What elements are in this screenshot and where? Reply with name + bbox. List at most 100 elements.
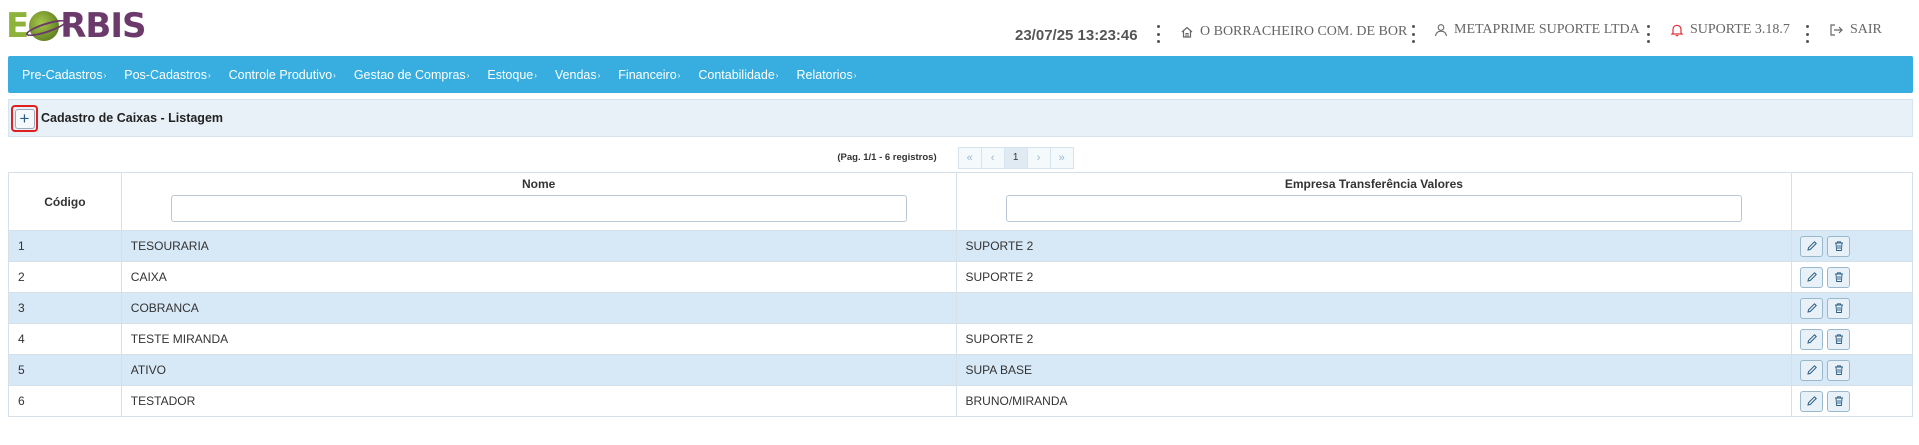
chevron-right-icon: › (677, 70, 681, 80)
trash-icon (1834, 334, 1843, 344)
plus-icon: + (14, 108, 35, 129)
delete-button[interactable] (1827, 235, 1851, 257)
kebab-menu-icon[interactable] (1411, 25, 1415, 43)
kebab-menu-icon[interactable] (1805, 25, 1809, 43)
cell-codigo: 6 (8, 385, 122, 417)
menu-pos-cadastros[interactable]: Pos-Cadastros› (124, 68, 210, 82)
last-page-button[interactable]: » (1049, 146, 1074, 169)
pencil-icon (1807, 365, 1817, 375)
user-name: METAPRIME SUPORTE LTDA (1454, 22, 1640, 37)
notifications-version[interactable]: SUPORTE 3.18.7 (1670, 22, 1790, 38)
table-row[interactable]: 3 COBRANCA (8, 292, 1913, 324)
user-selector[interactable]: METAPRIME SUPORTE LTDA (1434, 22, 1640, 38)
menu-relatorios[interactable]: Relatorios› (796, 68, 856, 82)
chevron-right-icon: › (534, 70, 537, 80)
table-row[interactable]: 1 TESOURARIA SUPORTE 2 (8, 230, 1913, 262)
cell-codigo: 1 (8, 230, 122, 262)
delete-button[interactable] (1827, 297, 1851, 319)
column-header-empresa: Empresa Transferência Valores (955, 172, 1793, 231)
first-page-button[interactable]: « (957, 146, 982, 169)
cell-empresa (955, 292, 1793, 324)
table-row[interactable]: 4 TESTE MIRANDA SUPORTE 2 (8, 323, 1913, 355)
menu-gestao-de-compras[interactable]: Gestao de Compras› (354, 68, 470, 82)
pencil-icon (1807, 334, 1817, 344)
logo-letters-rbis: RBIS (60, 6, 146, 46)
version-label: SUPORTE 3.18.7 (1690, 22, 1790, 37)
trash-icon (1834, 396, 1843, 406)
pencil-icon (1807, 303, 1817, 313)
delete-button[interactable] (1827, 266, 1851, 288)
logout-label: SAIR (1850, 22, 1882, 37)
delete-button[interactable] (1827, 328, 1851, 350)
edit-button[interactable] (1800, 359, 1824, 381)
home-icon (1180, 25, 1194, 39)
table-row[interactable]: 2 CAIXA SUPORTE 2 (8, 261, 1913, 293)
column-header-codigo[interactable]: Código (8, 172, 122, 231)
cell-nome: TESTADOR (120, 385, 957, 417)
table-row[interactable]: 5 ATIVO SUPA BASE (8, 354, 1913, 386)
logo-letter-e: E (6, 6, 29, 46)
kebab-menu-icon[interactable] (1646, 25, 1650, 43)
cell-nome: TESTE MIRANDA (120, 323, 957, 355)
kebab-menu-icon[interactable] (1156, 25, 1160, 43)
chevron-right-icon: › (466, 70, 470, 80)
page-1-button[interactable]: 1 (1003, 146, 1028, 169)
next-page-button[interactable]: › (1026, 146, 1051, 169)
column-label-nome[interactable]: Nome (122, 177, 956, 191)
add-record-button[interactable]: + (11, 105, 38, 132)
filter-nome-input[interactable] (170, 195, 907, 222)
column-header-actions (1791, 172, 1913, 231)
cell-actions (1791, 385, 1913, 417)
delete-button[interactable] (1827, 390, 1851, 412)
chevron-right-icon: › (333, 70, 336, 80)
cell-codigo: 2 (8, 261, 122, 293)
trash-icon (1834, 365, 1843, 375)
menu-estoque[interactable]: Estoque› (487, 68, 537, 82)
cell-empresa: SUPA BASE (955, 354, 1793, 386)
cell-nome: ATIVO (120, 354, 957, 386)
menu-financeiro[interactable]: Financeiro› (618, 68, 680, 82)
menu-vendas[interactable]: Vendas› (555, 68, 600, 82)
header-datetime: 23/07/25 13:23:46 (1015, 27, 1138, 44)
chevron-right-icon: › (103, 70, 107, 80)
menu-contabilidade[interactable]: Contabilidade› (698, 68, 778, 82)
trash-icon (1834, 303, 1843, 313)
pager-info: (Pag. 1/1 - 6 registros) (837, 152, 937, 163)
edit-button[interactable] (1800, 235, 1824, 257)
cell-empresa: SUPORTE 2 (955, 230, 1793, 262)
cell-nome: TESOURARIA (120, 230, 957, 262)
edit-button[interactable] (1800, 328, 1824, 350)
logo-orb-icon (29, 11, 60, 41)
cell-actions (1791, 230, 1913, 262)
company-selector[interactable]: O BORRACHEIRO COM. DE BOR (1180, 24, 1407, 40)
menu-controle-produtivo[interactable]: Controle Produtivo› (229, 68, 336, 82)
edit-button[interactable] (1800, 390, 1824, 412)
cell-actions (1791, 292, 1913, 324)
trash-icon (1834, 241, 1843, 251)
paginator: (Pag. 1/1 - 6 registros) « ‹ 1 › » (8, 145, 1913, 170)
chevron-right-icon: › (207, 70, 211, 80)
chevron-right-icon: › (775, 70, 779, 80)
logout-button[interactable]: SAIR (1829, 22, 1882, 38)
column-label-empresa[interactable]: Empresa Transferência Valores (957, 177, 1792, 191)
cell-nome: COBRANCA (120, 292, 957, 324)
chevron-right-icon: › (853, 70, 857, 80)
cell-actions (1791, 261, 1913, 293)
page-title: Cadastro de Caixas - Listagem (41, 111, 224, 125)
eorbis-logo[interactable]: E RBIS (6, 6, 146, 46)
cell-codigo: 4 (8, 323, 122, 355)
filter-empresa-input[interactable] (1005, 195, 1742, 222)
cell-empresa: SUPORTE 2 (955, 261, 1793, 293)
pencil-icon (1807, 241, 1817, 251)
edit-button[interactable] (1800, 266, 1824, 288)
edit-button[interactable] (1800, 297, 1824, 319)
cell-empresa: SUPORTE 2 (955, 323, 1793, 355)
chevron-right-icon: › (597, 70, 601, 80)
prev-page-button[interactable]: ‹ (980, 146, 1005, 169)
table-row[interactable]: 6 TESTADOR BRUNO/MIRANDA (8, 385, 1913, 417)
bell-icon (1670, 23, 1684, 37)
logout-icon (1829, 23, 1844, 37)
menu-pre-cadastros[interactable]: Pre-Cadastros› (22, 68, 106, 82)
delete-button[interactable] (1827, 359, 1851, 381)
cell-codigo: 3 (8, 292, 122, 324)
